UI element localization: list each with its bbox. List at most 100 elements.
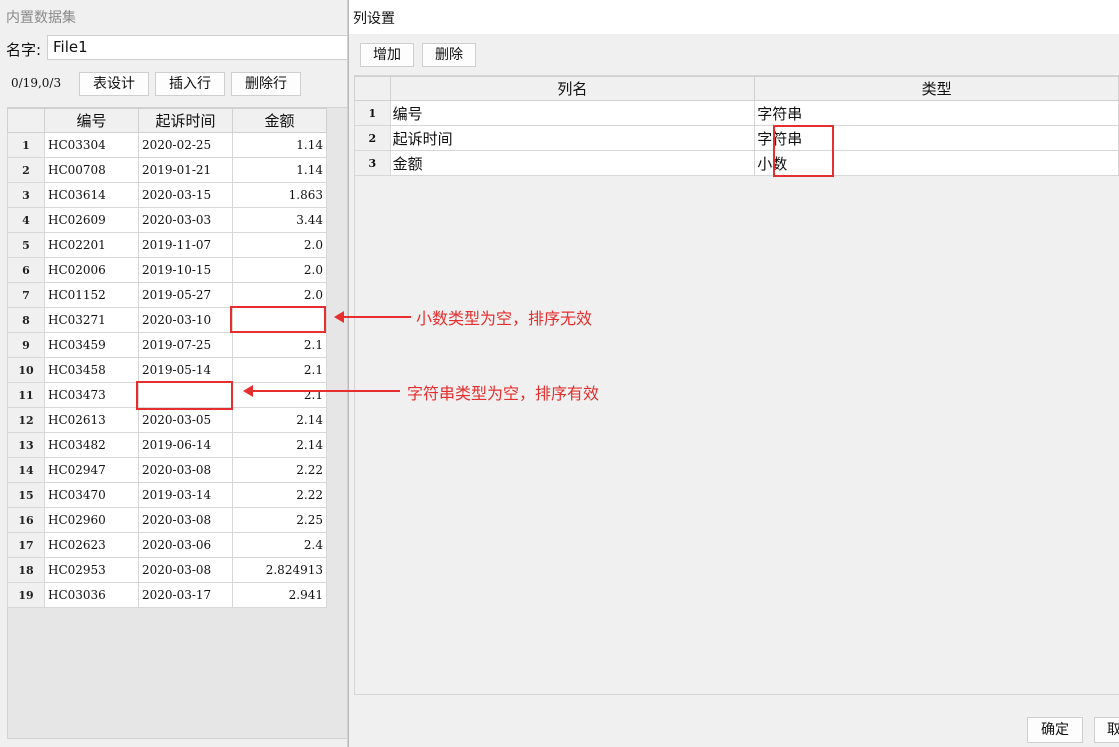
cell-date[interactable]: 2020-03-08 bbox=[138, 557, 233, 583]
table-row[interactable]: 19 HC03036 2020-03-17 2.941 bbox=[7, 582, 327, 608]
cell-date[interactable]: 2020-03-15 bbox=[138, 182, 233, 208]
cell-amount[interactable]: 2.4 bbox=[232, 532, 327, 558]
table-row[interactable]: 2 HC00708 2019-01-21 1.14 bbox=[7, 157, 327, 183]
cell-date[interactable]: 2019-06-14 bbox=[138, 432, 233, 458]
cell-date[interactable]: 2019-01-21 bbox=[138, 157, 233, 183]
cell-date[interactable]: 2019-07-25 bbox=[138, 332, 233, 358]
cell-date[interactable]: 2020-03-06 bbox=[138, 532, 233, 558]
table-row[interactable]: 1 HC03304 2020-02-25 1.14 bbox=[7, 132, 327, 158]
table-row[interactable]: 15 HC03470 2019-03-14 2.22 bbox=[7, 482, 327, 508]
row-number[interactable]: 16 bbox=[7, 507, 45, 533]
corner-cell[interactable] bbox=[354, 76, 391, 101]
cell-column-name[interactable]: 起诉时间 bbox=[389, 125, 756, 151]
ok-button[interactable]: 确定 bbox=[1027, 717, 1083, 743]
cell-id[interactable]: HC00708 bbox=[44, 157, 139, 183]
cell-date[interactable]: 2019-05-27 bbox=[138, 282, 233, 308]
cell-amount[interactable]: 2.14 bbox=[232, 432, 327, 458]
table-row[interactable]: 3 HC03614 2020-03-15 1.863 bbox=[7, 182, 327, 208]
cell-id[interactable]: HC01152 bbox=[44, 282, 139, 308]
cell-amount[interactable]: 1.14 bbox=[232, 132, 327, 158]
row-number[interactable]: 19 bbox=[7, 582, 45, 608]
table-row[interactable]: 13 HC03482 2019-06-14 2.14 bbox=[7, 432, 327, 458]
cell-amount[interactable]: 2.1 bbox=[232, 332, 327, 358]
cell-id[interactable]: HC03304 bbox=[44, 132, 139, 158]
delete-row-button[interactable]: 删除行 bbox=[231, 72, 301, 96]
corner-cell[interactable] bbox=[7, 108, 45, 133]
cell-amount[interactable]: 2.14 bbox=[232, 407, 327, 433]
cell-id[interactable]: HC02609 bbox=[44, 207, 139, 233]
table-row[interactable]: 18 HC02953 2020-03-08 2.824913 bbox=[7, 557, 327, 583]
cell-id[interactable]: HC02947 bbox=[44, 457, 139, 483]
row-number[interactable]: 1 bbox=[354, 100, 391, 126]
row-number[interactable]: 15 bbox=[7, 482, 45, 508]
table-row[interactable]: 9 HC03459 2019-07-25 2.1 bbox=[7, 332, 327, 358]
cell-id[interactable]: HC03036 bbox=[44, 582, 139, 608]
table-row[interactable]: 14 HC02947 2020-03-08 2.22 bbox=[7, 457, 327, 483]
cell-id[interactable]: HC02613 bbox=[44, 407, 139, 433]
table-row[interactable]: 1 编号 字符串 bbox=[354, 100, 1119, 126]
row-number[interactable]: 3 bbox=[354, 150, 391, 176]
row-number[interactable]: 10 bbox=[7, 357, 45, 383]
row-number[interactable]: 17 bbox=[7, 532, 45, 558]
table-row[interactable]: 12 HC02613 2020-03-05 2.14 bbox=[7, 407, 327, 433]
cell-amount[interactable]: 2.0 bbox=[232, 232, 327, 258]
cell-amount[interactable]: 2.22 bbox=[232, 482, 327, 508]
cell-amount[interactable]: 2.22 bbox=[232, 457, 327, 483]
row-number[interactable]: 9 bbox=[7, 332, 45, 358]
cell-amount[interactable]: 1.14 bbox=[232, 157, 327, 183]
cell-id[interactable]: HC02006 bbox=[44, 257, 139, 283]
table-design-button[interactable]: 表设计 bbox=[79, 72, 149, 96]
row-number[interactable]: 13 bbox=[7, 432, 45, 458]
cell-date[interactable]: 2020-02-25 bbox=[138, 132, 233, 158]
row-number[interactable]: 5 bbox=[7, 232, 45, 258]
cell-id[interactable]: HC03614 bbox=[44, 182, 139, 208]
row-number[interactable]: 7 bbox=[7, 282, 45, 308]
name-input[interactable]: File1 bbox=[47, 35, 348, 60]
table-row[interactable]: 4 HC02609 2020-03-03 3.44 bbox=[7, 207, 327, 233]
table-row[interactable]: 6 HC02006 2019-10-15 2.0 bbox=[7, 257, 327, 283]
cell-amount[interactable]: 2.1 bbox=[232, 357, 327, 383]
cell-id[interactable]: HC03459 bbox=[44, 332, 139, 358]
cell-id[interactable]: HC02960 bbox=[44, 507, 139, 533]
cell-id[interactable]: HC02201 bbox=[44, 232, 139, 258]
column-header-name[interactable]: 列名 bbox=[389, 76, 756, 101]
cell-date[interactable]: 2019-05-14 bbox=[138, 357, 233, 383]
add-column-button[interactable]: 增加 bbox=[360, 43, 414, 67]
cell-amount[interactable]: 2.0 bbox=[232, 257, 327, 283]
cell-id[interactable]: HC03482 bbox=[44, 432, 139, 458]
cell-date[interactable]: 2020-03-10 bbox=[138, 307, 233, 333]
cell-id[interactable]: HC02953 bbox=[44, 557, 139, 583]
row-number[interactable]: 2 bbox=[7, 157, 45, 183]
cell-id[interactable]: HC03470 bbox=[44, 482, 139, 508]
cell-amount[interactable]: 2.941 bbox=[232, 582, 327, 608]
table-row[interactable]: 16 HC02960 2020-03-08 2.25 bbox=[7, 507, 327, 533]
dialog-titlebar[interactable]: 列设置 bbox=[349, 0, 1119, 34]
cell-id[interactable]: HC03271 bbox=[44, 307, 139, 333]
table-row[interactable]: 17 HC02623 2020-03-06 2.4 bbox=[7, 532, 327, 558]
row-number[interactable]: 2 bbox=[354, 125, 391, 151]
cell-amount[interactable]: 3.44 bbox=[232, 207, 327, 233]
cell-id[interactable]: HC02623 bbox=[44, 532, 139, 558]
cell-amount[interactable]: 1.863 bbox=[232, 182, 327, 208]
cell-date[interactable]: 2019-03-14 bbox=[138, 482, 233, 508]
insert-row-button[interactable]: 插入行 bbox=[155, 72, 225, 96]
cell-date[interactable]: 2020-03-17 bbox=[138, 582, 233, 608]
row-number[interactable]: 3 bbox=[7, 182, 45, 208]
cell-amount[interactable]: 2.0 bbox=[232, 282, 327, 308]
cell-column-name[interactable]: 编号 bbox=[389, 100, 756, 126]
table-row[interactable]: 3 金额 小数 bbox=[354, 150, 1119, 176]
delete-column-button[interactable]: 删除 bbox=[422, 43, 476, 67]
row-number[interactable]: 14 bbox=[7, 457, 45, 483]
table-row[interactable]: 5 HC02201 2019-11-07 2.0 bbox=[7, 232, 327, 258]
column-header-amount[interactable]: 金额 bbox=[232, 108, 327, 133]
column-header-id[interactable]: 编号 bbox=[44, 108, 139, 133]
cell-date[interactable]: 2020-03-08 bbox=[138, 457, 233, 483]
row-number[interactable]: 4 bbox=[7, 207, 45, 233]
row-number[interactable]: 18 bbox=[7, 557, 45, 583]
row-number[interactable]: 1 bbox=[7, 132, 45, 158]
table-row[interactable]: 7 HC01152 2019-05-27 2.0 bbox=[7, 282, 327, 308]
row-number[interactable]: 6 bbox=[7, 257, 45, 283]
table-row[interactable]: 2 起诉时间 字符串 bbox=[354, 125, 1119, 151]
cancel-button[interactable]: 取 bbox=[1094, 717, 1119, 743]
cell-column-name[interactable]: 金额 bbox=[389, 150, 756, 176]
